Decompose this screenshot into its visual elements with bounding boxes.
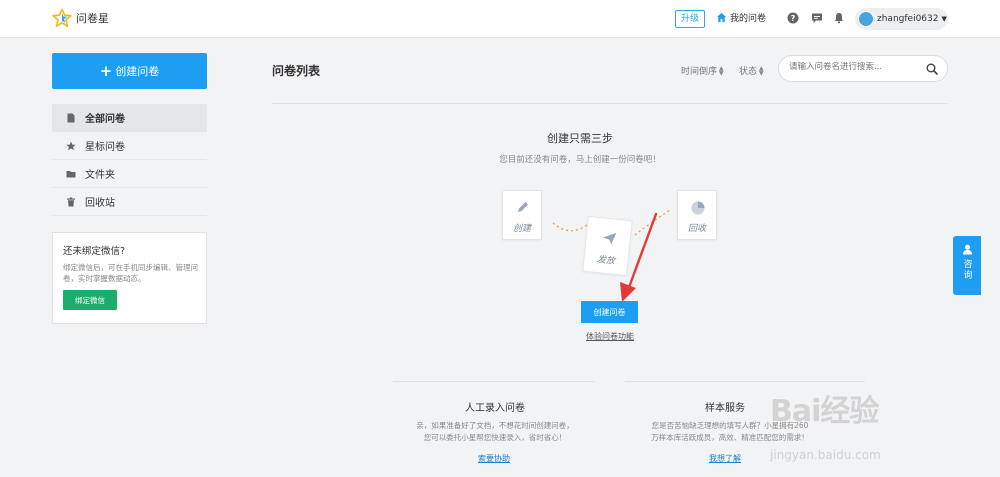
- search-box: [778, 55, 948, 82]
- create-survey-label: 创建问卷: [115, 65, 160, 78]
- filter-by-status[interactable]: 状态 ▲ ▼: [739, 64, 764, 77]
- empty-state-title: 创建只需三步: [547, 132, 613, 145]
- bell-icon[interactable]: [833, 12, 845, 24]
- top-bar: 问卷星 升级 我的问卷 ? zhangfei0632 ▼: [0, 0, 1000, 38]
- step-create-card: 创建: [502, 190, 542, 240]
- manual-entry-description: 亲，如果准备好了文档，不想花时间创建问卷，: [416, 421, 574, 430]
- sample-service-description: 万样本库活跃成员，高效、精准匹配您的需求！: [651, 433, 809, 442]
- svg-text:?: ?: [791, 14, 796, 23]
- folder-icon: [66, 170, 76, 177]
- watermark-url: jingyan.baidu.com: [770, 448, 881, 462]
- try-features-link[interactable]: 体验问卷功能: [586, 331, 634, 342]
- my-surveys-label: 我的问卷: [730, 14, 767, 24]
- sidebar-nav: 全部问卷 星标问卷 文件夹 回收站: [52, 104, 207, 216]
- bind-wechat-button[interactable]: 绑定微信: [63, 290, 117, 310]
- sidebar-item-trash[interactable]: 回收站: [52, 188, 207, 216]
- watermark-brand: Bai经验: [770, 394, 879, 429]
- logo[interactable]: 问卷星: [52, 8, 109, 28]
- sidebar-item-label: 文件夹: [85, 170, 115, 181]
- sidebar-item-label: 星标问卷: [85, 142, 125, 153]
- pie-chart-icon: [691, 201, 705, 215]
- manual-entry-title: 人工录入问卷: [465, 403, 525, 414]
- step-create-label: 创建: [512, 224, 531, 234]
- upgrade-button[interactable]: 升级: [675, 10, 706, 28]
- sidebar-item-label: 回收站: [85, 198, 115, 209]
- sort-icon: ▲ ▼: [759, 64, 764, 77]
- app-name: 问卷星: [76, 12, 109, 25]
- divider: [272, 103, 948, 104]
- message-icon[interactable]: [811, 12, 823, 24]
- wechat-bind-panel: 还未绑定微信? 绑定微信后，可在手机同步编辑、管理问卷，实时掌握数据动态。 绑定…: [52, 232, 207, 324]
- step-collect-label: 回收: [687, 224, 706, 234]
- sort-icon: ▲ ▼: [719, 64, 724, 77]
- learn-more-link[interactable]: 我想了解: [709, 453, 741, 464]
- empty-state-subtitle: 您目前还没有问卷，马上创建一份问卷吧！: [499, 155, 661, 165]
- avatar: [858, 11, 874, 27]
- trash-icon: [67, 197, 75, 206]
- search-input[interactable]: [789, 62, 919, 72]
- manual-entry-description: 您可以委托小星帮您快速录入，省时省心！: [423, 433, 567, 442]
- sidebar-item-folder[interactable]: 文件夹: [52, 160, 207, 188]
- divider: [625, 381, 865, 382]
- sort-time-label: 时间倒序: [681, 67, 718, 77]
- plus-icon: +: [99, 61, 113, 80]
- pointer-arrow: [620, 212, 658, 302]
- divider: [393, 381, 595, 382]
- sort-status-label: 状态: [739, 67, 758, 77]
- search-icon[interactable]: [926, 63, 938, 75]
- my-surveys-link[interactable]: 我的问卷: [716, 11, 766, 24]
- pencil-icon: [518, 202, 528, 212]
- create-survey-button[interactable]: + 创建问卷: [52, 53, 207, 89]
- page-title: 问卷列表: [272, 64, 321, 78]
- home-icon: [716, 12, 727, 23]
- star-icon: [66, 141, 76, 150]
- username: zhangfei0632: [877, 14, 939, 24]
- star-logo-icon: [52, 8, 72, 27]
- request-help-link[interactable]: 索要协助: [478, 453, 510, 464]
- consult-label: 咨询: [961, 259, 972, 281]
- consult-float-button[interactable]: 咨询: [953, 236, 981, 295]
- sidebar-item-starred[interactable]: 星标问卷: [52, 132, 207, 160]
- step-collect-card: 回收: [677, 190, 717, 240]
- sidebar-item-label: 全部问卷: [85, 114, 125, 125]
- chevron-down-icon: ▼: [941, 15, 947, 23]
- sort-by-time[interactable]: 时间倒序 ▲ ▼: [681, 64, 724, 77]
- wechat-description: 绑定微信后，可在手机同步编辑、管理问卷，实时掌握数据动态。: [63, 263, 198, 283]
- user-icon: [962, 244, 972, 255]
- document-icon: [67, 113, 75, 122]
- wechat-title: 还未绑定微信?: [63, 246, 126, 257]
- create-survey-center-button[interactable]: 创建问卷: [581, 301, 638, 323]
- sidebar-item-all-surveys[interactable]: 全部问卷: [52, 104, 207, 132]
- user-menu[interactable]: zhangfei0632 ▼: [855, 8, 948, 30]
- help-icon[interactable]: ?: [787, 12, 799, 24]
